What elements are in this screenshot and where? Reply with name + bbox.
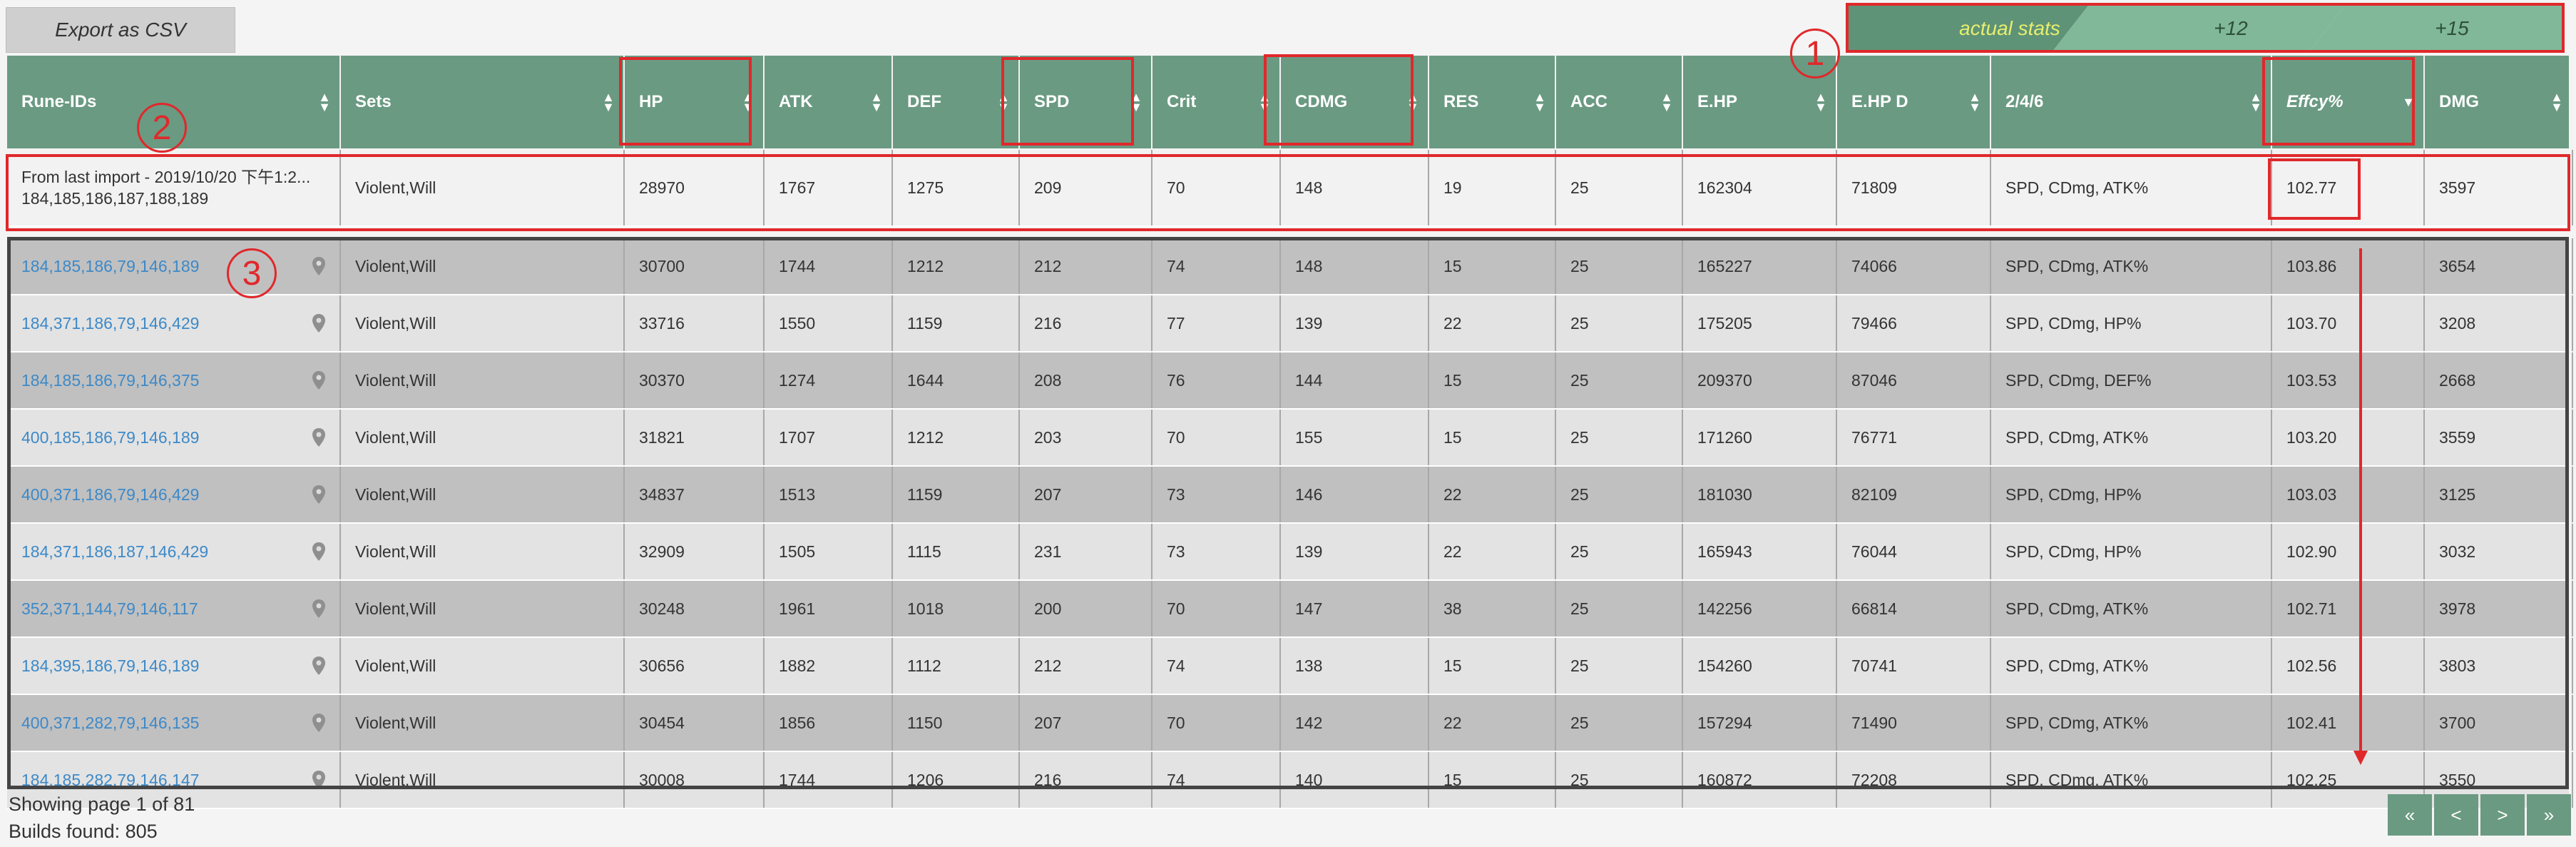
prev-page-button[interactable]: < xyxy=(2434,794,2478,836)
sort-icon: ▲ ▼ xyxy=(2550,90,2563,114)
column-header-label: RES xyxy=(1443,92,1479,111)
sort-icon: ▲ ▼ xyxy=(1660,90,1673,114)
column-header-label: Crit xyxy=(1167,92,1197,111)
cdmg-header-highlight xyxy=(1264,54,1414,146)
column-header-label: DEF xyxy=(907,92,941,111)
sort-icon: ▲ ▼ xyxy=(1533,90,1546,114)
column-header-label: Sets xyxy=(355,92,392,111)
column-header-label: DMG xyxy=(2439,92,2479,111)
column-header-label: E.HP D xyxy=(1851,92,1908,111)
next-page-button[interactable]: > xyxy=(2480,794,2525,836)
sort-icon: ▲ ▼ xyxy=(1814,90,1827,114)
column-header-label: Rune-IDs xyxy=(21,92,97,111)
column-header-dmg[interactable]: DMG ▲ ▼ xyxy=(2425,56,2573,148)
page-indicator: Showing page 1 of 81 xyxy=(9,793,195,815)
last-page-button[interactable]: » xyxy=(2527,794,2571,836)
column-header-label: ACC xyxy=(1570,92,1608,111)
sort-direction-arrow xyxy=(2353,248,2368,765)
builds-count: Builds found: 805 xyxy=(9,821,158,842)
column-header-crit[interactable]: Crit ▲ ▼ xyxy=(1152,56,1281,148)
import-row-highlight xyxy=(6,154,2570,231)
effcy-header-highlight xyxy=(2262,57,2415,146)
annotation-marker-2: 2 xyxy=(137,103,187,153)
results-highlight xyxy=(7,237,2569,789)
column-header-label: 2/4/6 xyxy=(2005,92,2044,111)
sort-icon: ▲ ▼ xyxy=(318,90,331,114)
spd-header-highlight xyxy=(1001,57,1134,146)
column-header-atk[interactable]: ATK ▲ ▼ xyxy=(765,56,893,148)
column-header-acc[interactable]: ACC ▲ ▼ xyxy=(1556,56,1683,148)
import-effcy-highlight xyxy=(2268,158,2361,220)
column-header-set-246[interactable]: 2/4/6 ▲ ▼ xyxy=(1991,56,2272,148)
first-page-button[interactable]: « xyxy=(2388,794,2432,836)
column-header-label: E.HP xyxy=(1697,92,1738,111)
export-csv-button[interactable]: Export as CSV xyxy=(6,7,235,53)
hp-header-highlight xyxy=(619,57,752,146)
column-header-res[interactable]: RES ▲ ▼ xyxy=(1429,56,1556,148)
column-header-sets[interactable]: Sets ▲ ▼ xyxy=(341,56,625,148)
column-header-ehp-d[interactable]: E.HP D ▲ ▼ xyxy=(1837,56,1991,148)
sort-icon: ▲ ▼ xyxy=(2249,90,2262,114)
sort-icon: ▲ ▼ xyxy=(602,90,615,114)
sort-icon: ▲ ▼ xyxy=(870,90,883,114)
sort-icon: ▲ ▼ xyxy=(1968,90,1981,114)
annotation-marker-1: 1 xyxy=(1790,29,1840,78)
column-header-label: ATK xyxy=(779,92,813,111)
stats-tabs-highlight xyxy=(1846,3,2565,53)
